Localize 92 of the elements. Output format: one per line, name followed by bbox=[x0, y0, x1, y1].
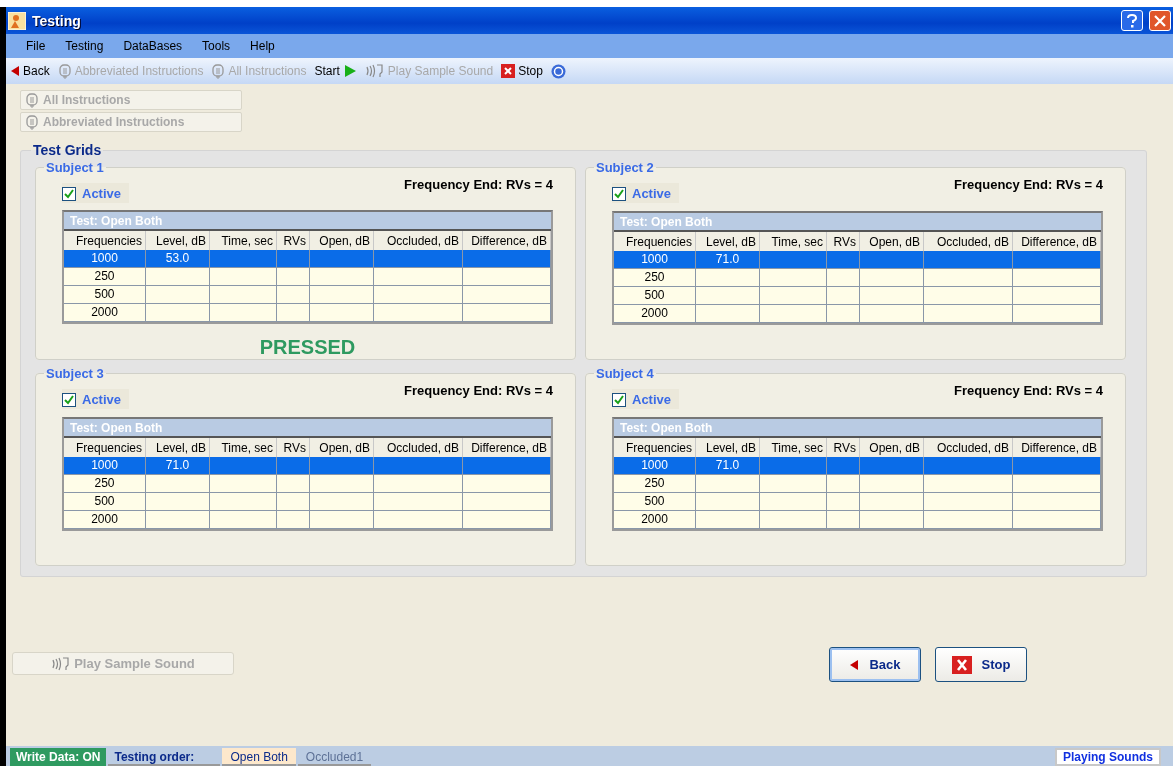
stop-icon bbox=[501, 64, 516, 78]
panel-title: Test Grids bbox=[32, 142, 103, 158]
active-checkbox[interactable] bbox=[612, 392, 626, 407]
close-button[interactable] bbox=[1149, 10, 1171, 31]
table-row[interactable]: 2000 bbox=[614, 511, 1101, 529]
back-arrow-icon bbox=[10, 65, 20, 77]
table-cell: 250 bbox=[614, 475, 696, 493]
table-cell: 250 bbox=[614, 269, 696, 287]
table-row[interactable]: 500 bbox=[614, 493, 1101, 511]
table-row[interactable]: 1000 71.0 bbox=[614, 457, 1101, 475]
subject-title: Subject 2 bbox=[595, 160, 655, 175]
table-cell: 2000 bbox=[64, 304, 146, 322]
document-icon bbox=[25, 114, 39, 130]
table-cell: 2000 bbox=[614, 511, 696, 529]
table-row[interactable]: 1000 71.0 bbox=[614, 251, 1101, 269]
testing-order-item: Occluded1 bbox=[297, 748, 372, 766]
active-checkbox[interactable] bbox=[62, 186, 76, 201]
back-arrow-icon bbox=[849, 658, 860, 671]
subject-title: Subject 4 bbox=[595, 366, 655, 381]
window-title: Testing bbox=[32, 12, 82, 29]
menu-item[interactable]: Testing bbox=[55, 39, 114, 53]
testing-order-item: Open Both bbox=[222, 748, 296, 766]
table-row[interactable]: 1000 71.0 bbox=[64, 457, 551, 475]
table-cell: 53.0 bbox=[146, 250, 210, 268]
menu-item[interactable]: File bbox=[16, 39, 56, 53]
table-row[interactable]: 2000 bbox=[64, 511, 551, 529]
toolbar-button[interactable]: Start bbox=[314, 64, 357, 78]
back-button[interactable]: Back bbox=[829, 647, 921, 682]
help-icon bbox=[1127, 13, 1137, 28]
app-icon bbox=[8, 11, 26, 30]
subject-title: Subject 1 bbox=[45, 160, 105, 175]
table-cell: 250 bbox=[64, 475, 146, 493]
subject-title: Subject 3 bbox=[45, 366, 105, 381]
table-row[interactable]: 500 bbox=[614, 287, 1101, 305]
table-cell: 71.0 bbox=[696, 457, 760, 475]
table-cell: 500 bbox=[64, 286, 146, 304]
play-icon bbox=[342, 64, 357, 78]
help-button[interactable] bbox=[1121, 10, 1143, 31]
checkbox-label: Active bbox=[632, 186, 672, 201]
test-title: Test: Open Both bbox=[64, 419, 551, 438]
menu-item[interactable]: Tools bbox=[192, 39, 241, 53]
table-cell: 500 bbox=[64, 493, 146, 511]
table-cell: 500 bbox=[614, 287, 696, 305]
help-button[interactable] bbox=[550, 63, 566, 79]
write-data-status: Write Data: ON bbox=[10, 748, 107, 766]
table-row[interactable]: 2000 bbox=[64, 304, 551, 322]
frequency-end-label: Frequency End: RVs = 4 bbox=[404, 383, 553, 398]
menu-item[interactable]: DataBases bbox=[113, 39, 193, 53]
table-cell: 1000 bbox=[64, 250, 146, 268]
sound-icon bbox=[364, 64, 385, 78]
table-cell: 1000 bbox=[614, 457, 696, 475]
checkbox-label: Active bbox=[632, 392, 672, 407]
table-cell: 1000 bbox=[64, 457, 146, 475]
sound-icon bbox=[51, 656, 72, 671]
active-checkbox[interactable] bbox=[612, 186, 626, 201]
close-icon bbox=[1154, 14, 1166, 27]
checkbox-label: Active bbox=[82, 392, 122, 407]
stop-icon bbox=[951, 655, 972, 674]
document-icon bbox=[57, 63, 72, 79]
table-row[interactable]: 2000 bbox=[614, 305, 1101, 323]
table-row[interactable]: 250 bbox=[614, 475, 1101, 493]
table-cell: 500 bbox=[614, 493, 696, 511]
table-cell: 1000 bbox=[614, 251, 696, 269]
checkbox-label: Active bbox=[82, 186, 122, 201]
table-row[interactable]: 500 bbox=[64, 286, 551, 304]
pressed-status: PRESSED bbox=[258, 336, 357, 359]
active-checkbox[interactable] bbox=[62, 392, 76, 407]
help-icon bbox=[550, 63, 566, 79]
menu-item[interactable]: Help bbox=[240, 39, 285, 53]
table-row[interactable]: 500 bbox=[64, 493, 551, 511]
table-cell: 2000 bbox=[614, 305, 696, 323]
table-cell: 250 bbox=[64, 268, 146, 286]
table-cell: 71.0 bbox=[146, 457, 210, 475]
table-cell: 2000 bbox=[64, 511, 146, 529]
table-row[interactable]: 250 bbox=[64, 268, 551, 286]
stop-button[interactable]: Stop bbox=[935, 647, 1027, 682]
document-icon bbox=[25, 92, 39, 108]
toolbar-button[interactable]: Stop bbox=[501, 64, 543, 78]
testing-order-label: Testing order: bbox=[108, 748, 221, 766]
frequency-end-label: Frequency End: RVs = 4 bbox=[954, 383, 1103, 398]
toolbar-button[interactable]: Back bbox=[10, 64, 50, 78]
test-title: Test: Open Both bbox=[614, 419, 1101, 438]
table-row[interactable]: 1000 53.0 bbox=[64, 250, 551, 268]
table-cell: 71.0 bbox=[696, 251, 760, 269]
playing-status: Playing Sounds bbox=[1055, 748, 1161, 766]
test-title: Test: Open Both bbox=[614, 213, 1101, 232]
document-icon bbox=[211, 63, 226, 79]
table-row[interactable]: 250 bbox=[614, 269, 1101, 287]
frequency-end-label: Frequency End: RVs = 4 bbox=[954, 177, 1103, 192]
table-row[interactable]: 250 bbox=[64, 475, 551, 493]
frequency-end-label: Frequency End: RVs = 4 bbox=[404, 177, 553, 192]
test-title: Test: Open Both bbox=[64, 212, 551, 231]
